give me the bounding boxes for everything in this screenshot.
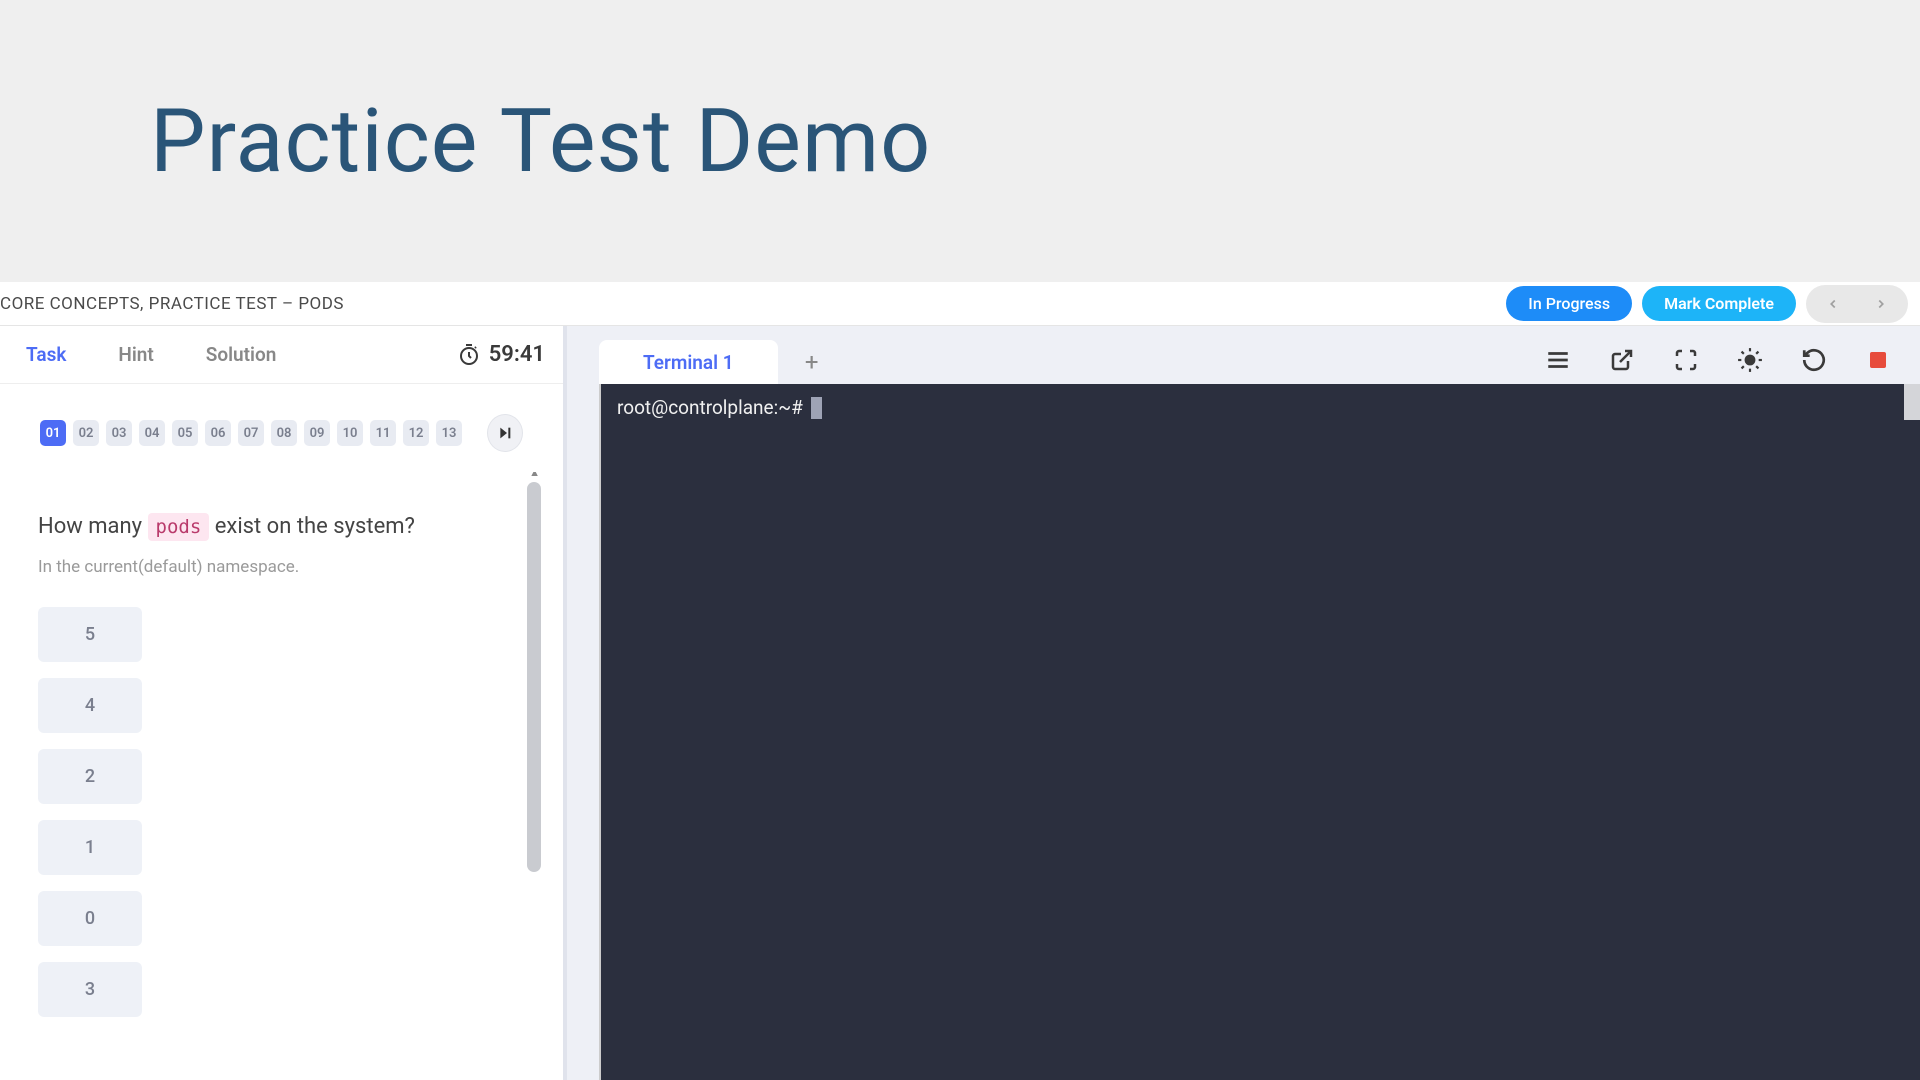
- answer-list: 5 4 2 1 0 3: [38, 607, 518, 1017]
- step-03[interactable]: 03: [106, 420, 132, 446]
- tab-hint[interactable]: Hint: [92, 326, 179, 383]
- terminal[interactable]: root@controlplane:~#: [599, 384, 1920, 1080]
- stop-icon: [1870, 352, 1886, 368]
- terminal-prompt: root@controlplane:~#: [617, 396, 803, 419]
- timer: 59:41: [457, 342, 545, 367]
- answer-option-4[interactable]: 4: [38, 678, 142, 733]
- step-04[interactable]: 04: [139, 420, 165, 446]
- answer-option-0[interactable]: 0: [38, 891, 142, 946]
- breadcrumb-text: CORE CONCEPTS, PRACTICE TEST – PODS: [0, 294, 344, 314]
- scrollbar-thumb[interactable]: [527, 482, 541, 872]
- breadcrumb-bar: CORE CONCEPTS, PRACTICE TEST – PODS In P…: [0, 282, 1920, 326]
- terminal-line: root@controlplane:~#: [617, 396, 1904, 419]
- question-prefix: How many: [38, 514, 148, 539]
- step-07[interactable]: 07: [238, 420, 264, 446]
- terminal-actions: [1544, 346, 1892, 374]
- step-06[interactable]: 06: [205, 420, 231, 446]
- clock-icon: [457, 343, 481, 367]
- question-suffix: exist on the system?: [209, 514, 415, 539]
- nav-controls: In Progress Mark Complete: [1506, 285, 1908, 323]
- menu-icon[interactable]: [1544, 346, 1572, 374]
- question-code: pods: [148, 513, 210, 541]
- question-subtext: In the current(default) namespace.: [38, 557, 518, 577]
- nav-arrows: [1806, 285, 1908, 323]
- fullscreen-icon[interactable]: [1672, 346, 1700, 374]
- step-12[interactable]: 12: [403, 420, 429, 446]
- next-button[interactable]: [1857, 288, 1905, 320]
- mark-complete-button[interactable]: Mark Complete: [1642, 286, 1796, 321]
- answer-option-5[interactable]: 5: [38, 607, 142, 662]
- status-in-progress[interactable]: In Progress: [1506, 286, 1632, 321]
- skip-to-end-button[interactable]: [487, 414, 523, 452]
- terminal-cursor: [811, 397, 822, 419]
- step-05[interactable]: 05: [172, 420, 198, 446]
- tab-row: Task Hint Solution 59:41: [0, 326, 563, 384]
- tab-solution[interactable]: Solution: [180, 326, 303, 383]
- terminal-panel: Terminal 1 +: [567, 326, 1920, 1080]
- slide-title: Practice Test Demo: [150, 90, 931, 193]
- popout-icon[interactable]: [1608, 346, 1636, 374]
- prev-button[interactable]: [1809, 288, 1857, 320]
- step-08[interactable]: 08: [271, 420, 297, 446]
- scroll-up-icon[interactable]: ▲: [529, 472, 540, 479]
- answer-option-2[interactable]: 2: [38, 749, 142, 804]
- step-10[interactable]: 10: [337, 420, 363, 446]
- question-area: How many pods exist on the system? In th…: [0, 472, 563, 1080]
- slide-header: Practice Test Demo: [0, 0, 1920, 282]
- task-panel: Task Hint Solution 59:41 010203040506070…: [0, 326, 567, 1080]
- step-09[interactable]: 09: [304, 420, 330, 446]
- step-01[interactable]: 01: [40, 420, 66, 446]
- terminal-scrollbar[interactable]: [1904, 384, 1920, 420]
- step-11[interactable]: 11: [370, 420, 396, 446]
- step-13[interactable]: 13: [436, 420, 462, 446]
- add-terminal-button[interactable]: +: [796, 346, 828, 378]
- step-navigation: 01 02 03 04 05 06 07 08 09 10 11 12 13: [0, 384, 563, 472]
- stop-button[interactable]: [1864, 346, 1892, 374]
- theme-icon[interactable]: [1736, 346, 1764, 374]
- question-text: How many pods exist on the system?: [38, 512, 518, 543]
- step-02[interactable]: 02: [73, 420, 99, 446]
- tab-task[interactable]: Task: [0, 326, 92, 383]
- terminal-tab-bar: Terminal 1 +: [599, 326, 1920, 384]
- main-area: Task Hint Solution 59:41 010203040506070…: [0, 326, 1920, 1080]
- answer-option-3[interactable]: 3: [38, 962, 142, 1017]
- timer-value: 59:41: [489, 342, 545, 367]
- answer-option-1[interactable]: 1: [38, 820, 142, 875]
- reset-icon[interactable]: [1800, 346, 1828, 374]
- terminal-tab-1[interactable]: Terminal 1: [599, 340, 778, 384]
